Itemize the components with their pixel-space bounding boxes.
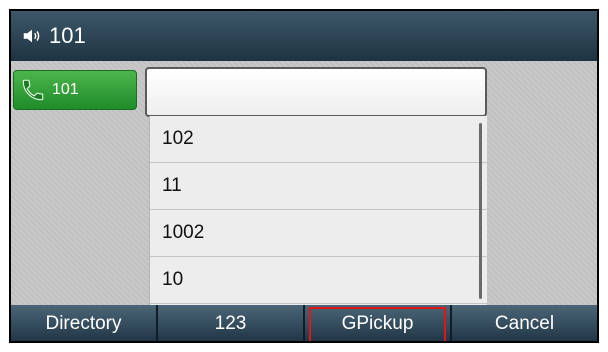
softkey-bar: Directory 123 GPickup Cancel	[11, 305, 597, 341]
list-item[interactable]: 1002	[150, 210, 487, 257]
directory-softkey[interactable]: Directory	[11, 305, 158, 341]
list-item[interactable]: 11	[150, 163, 487, 210]
phone-screen: 101 101 102 11 1002 10 Directory 123 GPi…	[9, 9, 599, 343]
cancel-softkey[interactable]: Cancel	[452, 305, 597, 341]
phone-handset-icon	[22, 79, 44, 101]
suggestion-list: 102 11 1002 10	[149, 116, 487, 306]
line-key-label: 101	[52, 81, 79, 98]
title-label: 101	[49, 23, 86, 48]
list-item[interactable]: 10	[150, 257, 487, 304]
list-scrollbar[interactable]	[479, 123, 482, 299]
gpickup-softkey[interactable]: GPickup	[305, 305, 452, 341]
title-bar: 101	[11, 11, 597, 61]
speaker-icon	[23, 29, 40, 43]
line-key-101[interactable]: 101	[13, 70, 137, 110]
number-input[interactable]	[145, 67, 487, 117]
123-softkey[interactable]: 123	[158, 305, 305, 341]
list-item[interactable]: 102	[150, 116, 487, 163]
